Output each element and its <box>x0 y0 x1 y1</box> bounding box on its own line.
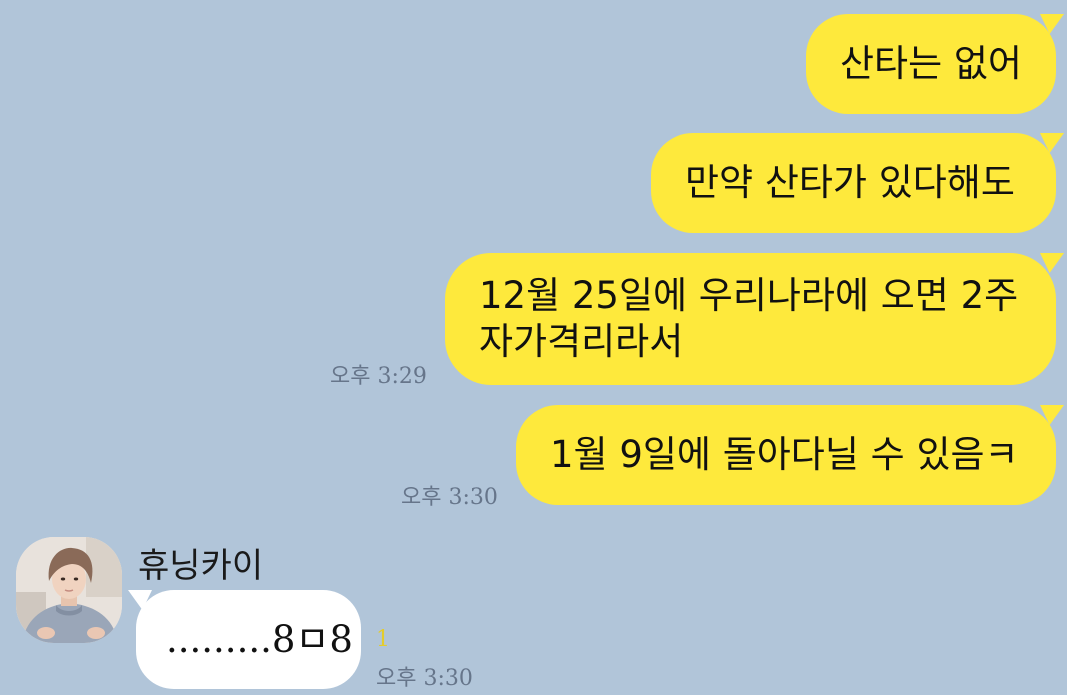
message-text: 1월 9일에 돌아다닐 수 있음ㅋ <box>550 433 1019 476</box>
message-text: 만약 산타가 있다해도 <box>685 161 1015 204</box>
sent-message-bubble[interactable]: 만약 산타가 있다해도 <box>651 133 1064 233</box>
bubble-tail <box>1040 405 1064 425</box>
message-text: .........8ㅁ8 <box>166 618 353 661</box>
message-timestamp: 오후 3:30 <box>376 666 473 691</box>
bubble-tail <box>1040 14 1064 34</box>
message-text-line-1: 12월 25일에 우리나라에 오면 2주 <box>479 274 1019 317</box>
unread-count: 1 <box>376 627 390 652</box>
message-text: 산타는 없어 <box>840 42 1022 85</box>
message-text-line-2: 자가격리라서 <box>479 320 684 363</box>
bubble-tail <box>1040 133 1064 153</box>
bubble-tail <box>1040 253 1064 273</box>
received-message-bubble[interactable]: .........8ㅁ8 <box>128 590 361 689</box>
sent-message-bubble[interactable]: 산타는 없어 <box>806 14 1064 114</box>
message-timestamp: 오후 3:29 <box>330 364 427 389</box>
message-timestamp: 오후 3:30 <box>401 485 498 510</box>
profile-photo-icon <box>16 537 122 643</box>
sender-avatar[interactable] <box>16 537 122 643</box>
bubble-tail <box>128 590 152 610</box>
sent-message-bubble[interactable]: 1월 9일에 돌아다닐 수 있음ㅋ <box>516 405 1064 505</box>
sent-message-bubble[interactable]: 12월 25일에 우리나라에 오면 2주 자가격리라서 <box>445 253 1064 385</box>
sender-name: 휴닝카이 <box>138 546 264 586</box>
